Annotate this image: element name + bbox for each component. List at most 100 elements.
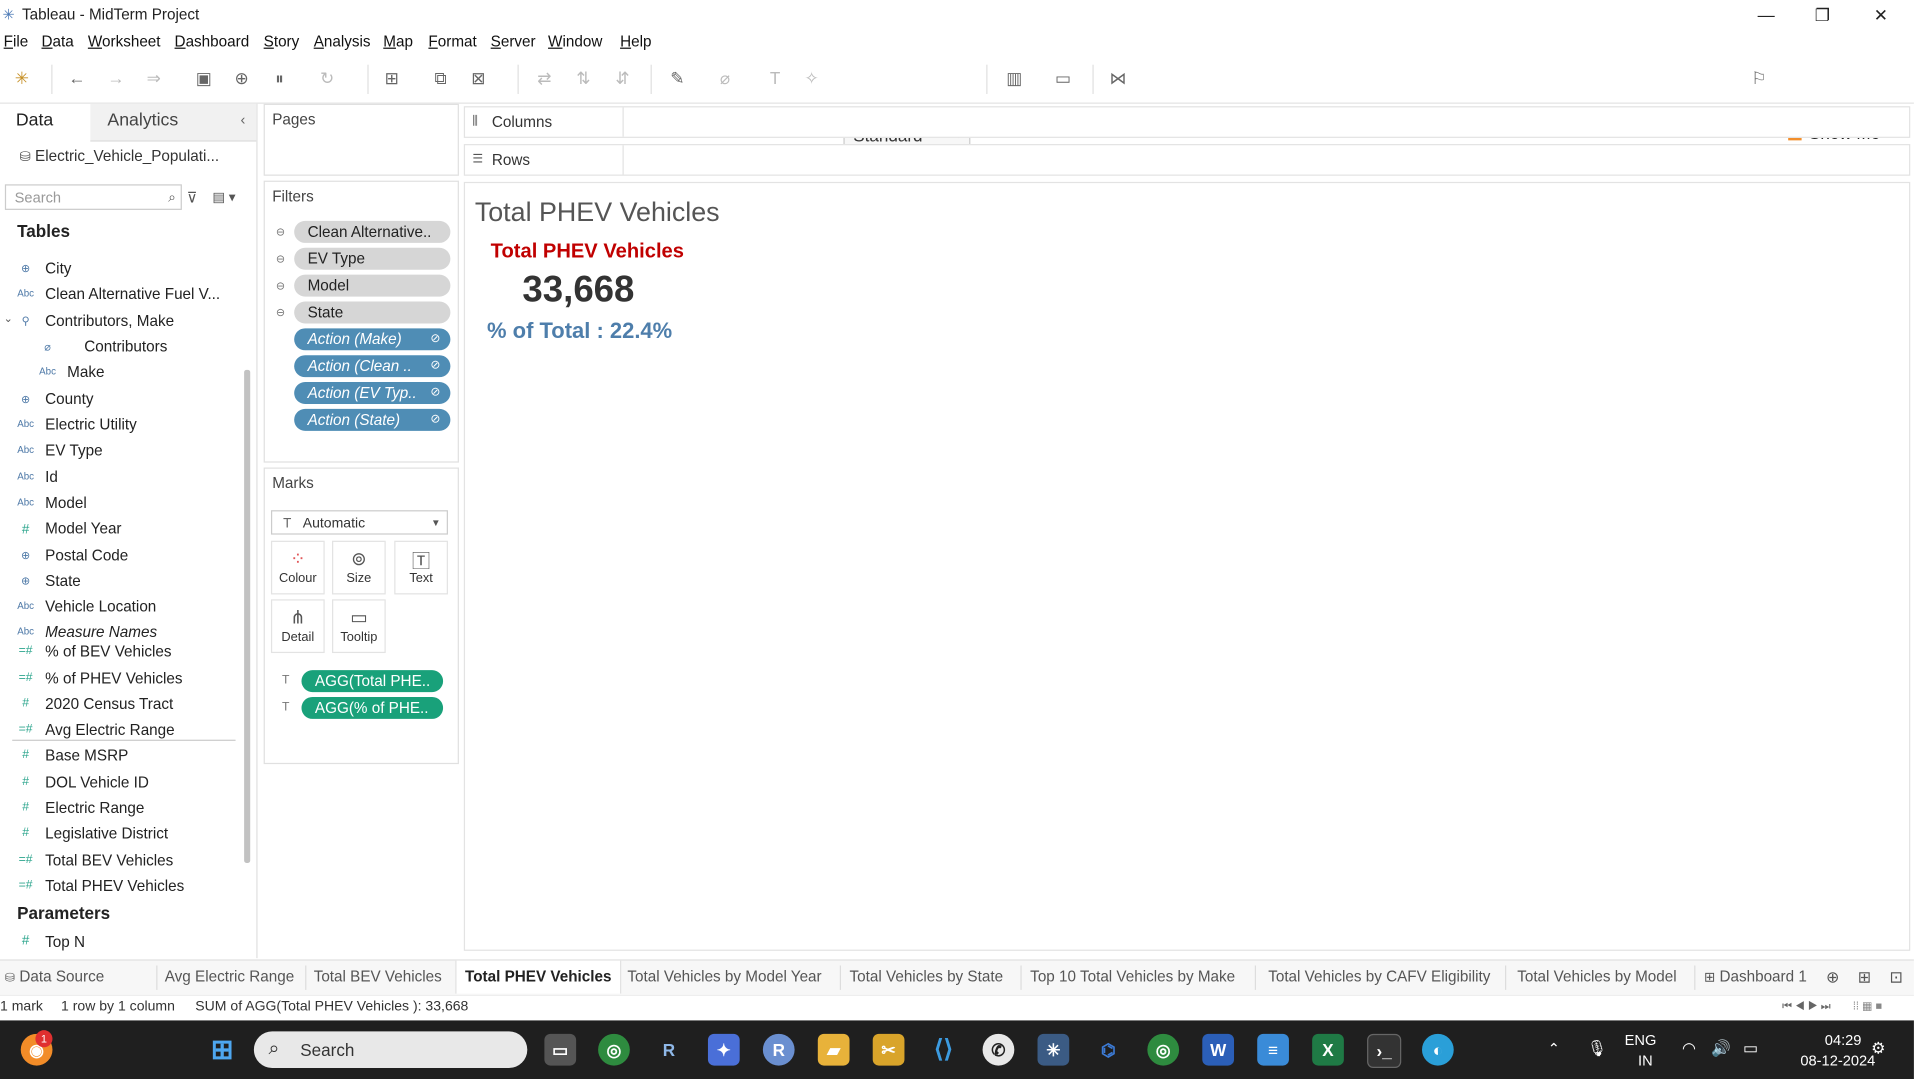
action-filter-ev-type[interactable]: Action (EV Typ.. ⊘ bbox=[294, 382, 451, 405]
teams-icon[interactable]: ⌬ bbox=[1092, 1034, 1124, 1066]
action-filter-clean[interactable]: Action (Clean .. ⊘ bbox=[294, 355, 451, 378]
tableau-taskbar-icon[interactable]: ✳ bbox=[1037, 1033, 1070, 1066]
battery-icon[interactable]: ▭ bbox=[1743, 1039, 1758, 1059]
menu-analysis[interactable]: Analysis bbox=[314, 33, 371, 50]
tab-sheet[interactable]: Total BEV Vehicles bbox=[314, 961, 442, 994]
excel-icon[interactable]: X bbox=[1312, 1033, 1344, 1066]
language-region[interactable]: IN bbox=[1638, 1052, 1653, 1069]
sort-ascending-icon[interactable]: ⇅ bbox=[572, 67, 594, 89]
edge-icon[interactable]: ◐ bbox=[1421, 1033, 1454, 1066]
field-measure[interactable]: Total PHEV Vehicles bbox=[45, 878, 184, 895]
clock-time[interactable]: 04:29 bbox=[1825, 1031, 1862, 1048]
duplicate-sheet-icon[interactable]: ⧉ bbox=[430, 67, 452, 89]
menu-story[interactable]: Story bbox=[264, 33, 300, 50]
taskbar-search-input[interactable]: ⌕ Search bbox=[253, 1031, 528, 1069]
menu-file[interactable]: File bbox=[4, 33, 29, 50]
menu-map[interactable]: Map bbox=[383, 33, 413, 50]
field-measure[interactable]: DOL Vehicle ID bbox=[45, 774, 149, 791]
mark-type-select[interactable]: T Automatic ▼ bbox=[270, 510, 448, 535]
fix-axes-icon[interactable]: ✧ bbox=[801, 67, 823, 89]
notifications-icon[interactable]: ⚙ bbox=[1871, 1039, 1885, 1059]
field-dimension[interactable]: State bbox=[45, 572, 81, 589]
new-story-icon[interactable]: ⊡ bbox=[1889, 961, 1902, 994]
file-explorer-icon[interactable]: ▰ bbox=[817, 1033, 850, 1066]
field-dimension[interactable]: EV Type bbox=[45, 442, 102, 459]
field-measure[interactable]: Electric Range bbox=[45, 799, 144, 816]
field-dimension[interactable]: Electric Utility bbox=[45, 416, 137, 433]
field-dimension[interactable]: Id bbox=[45, 469, 58, 486]
field-dimension[interactable]: Clean Alternative Fuel V... bbox=[45, 286, 220, 303]
kpi-percent-of-total[interactable]: % of Total : 22.4% bbox=[487, 319, 672, 345]
viz-canvas[interactable]: Total PHEV Vehicles Total PHEV Vehicles … bbox=[463, 181, 1911, 951]
tab-sheet[interactable]: Total Vehicles by CAFV Eligibility bbox=[1268, 961, 1490, 994]
close-button[interactable]: ✕ bbox=[1853, 2, 1909, 26]
marks-pill-total-phev[interactable]: AGG(Total PHE.. bbox=[301, 670, 444, 693]
tab-sheet[interactable]: Total Vehicles by Model Year bbox=[627, 961, 821, 994]
action-filter-state[interactable]: Action (State) ⊘ bbox=[294, 408, 451, 431]
volume-icon[interactable]: 🔊 bbox=[1711, 1039, 1731, 1059]
show-cards-icon[interactable]: ▥ bbox=[1003, 67, 1025, 89]
highlight-icon[interactable]: ✎ bbox=[666, 67, 688, 89]
menu-format[interactable]: Format bbox=[428, 33, 476, 50]
kpi-label[interactable]: Total PHEV Vehicles bbox=[491, 240, 684, 263]
tab-sheet[interactable]: Avg Electric Range bbox=[165, 961, 294, 994]
restore-button[interactable]: ❐ bbox=[1794, 2, 1850, 26]
terminal-icon[interactable]: ›_ bbox=[1367, 1033, 1402, 1069]
rows-shelf[interactable]: ☰ Rows bbox=[463, 144, 1911, 176]
field-measure[interactable]: Avg Electric Range bbox=[45, 721, 174, 738]
whatsapp-icon[interactable]: ✆ bbox=[982, 1033, 1015, 1066]
marks-pill-pct-phev[interactable]: AGG(% of PHE.. bbox=[301, 696, 444, 719]
show-hidden-icons-chevron-icon[interactable]: ⌃ bbox=[1548, 1040, 1560, 1057]
datasource-item[interactable]: ⛁ Electric_Vehicle_Populati... bbox=[20, 148, 220, 165]
detail-button[interactable]: ⋔ Detail bbox=[270, 599, 325, 654]
filter-pill-model[interactable]: Model bbox=[294, 274, 451, 297]
menu-worksheet[interactable]: Worksheet bbox=[88, 33, 161, 50]
chrome-profile-icon[interactable]: ◎ bbox=[1147, 1033, 1180, 1066]
field-dimension[interactable]: Vehicle Location bbox=[45, 598, 156, 615]
tab-analytics[interactable]: Analytics bbox=[107, 111, 178, 131]
field-measure[interactable]: % of PHEV Vehicles bbox=[45, 670, 182, 687]
menu-dashboard[interactable]: Dashboard bbox=[175, 33, 250, 50]
field-dimension[interactable]: Model Year bbox=[45, 520, 121, 537]
undo-icon[interactable]: ← bbox=[66, 67, 88, 89]
field-dimension[interactable]: Postal Code bbox=[45, 547, 128, 564]
field-dimension[interactable]: Contributors bbox=[84, 338, 167, 355]
field-dimension[interactable]: County bbox=[45, 391, 93, 408]
menu-data[interactable]: Data bbox=[42, 33, 74, 50]
menu-server[interactable]: Server bbox=[491, 33, 536, 50]
tab-sheet[interactable]: Top 10 Total Vehicles by Make bbox=[1030, 961, 1235, 994]
filter-fields-icon[interactable]: ⊽ bbox=[187, 189, 198, 206]
presentation-mode-icon[interactable]: ▭ bbox=[1052, 67, 1074, 89]
field-measure[interactable]: Legislative District bbox=[45, 825, 168, 842]
menu-help[interactable]: Help bbox=[620, 33, 651, 50]
rstudio-icon[interactable]: R bbox=[762, 1033, 795, 1066]
replay-icon[interactable]: ⇒ bbox=[143, 67, 165, 89]
field-dimension[interactable]: Measure Names bbox=[45, 624, 157, 641]
task-view-icon[interactable]: ▭ bbox=[544, 1033, 577, 1066]
field-dimension[interactable]: City bbox=[45, 260, 71, 277]
sheet-navigation-icon[interactable]: ⏮ ◀ ▶ ⏭ bbox=[1782, 1000, 1831, 1013]
windows-start-icon[interactable]: ⊞ bbox=[206, 1034, 238, 1066]
field-search-input[interactable]: Search ⌕ bbox=[4, 184, 182, 210]
view-options-icon[interactable]: ▤ ▾ bbox=[212, 189, 235, 205]
tab-data-source[interactable]: ⛁ Data Source bbox=[5, 961, 104, 994]
copilot-icon[interactable]: ✦ bbox=[707, 1033, 740, 1066]
r-app-icon[interactable]: R bbox=[653, 1034, 685, 1066]
new-worksheet-icon[interactable]: ⊕ bbox=[1826, 961, 1839, 994]
tab-data[interactable]: Data bbox=[16, 111, 53, 131]
pause-updates-icon[interactable]: ⏸ bbox=[269, 67, 291, 89]
language-code[interactable]: ENG bbox=[1625, 1031, 1657, 1048]
action-filter-make[interactable]: Action (Make) ⊘ bbox=[294, 328, 451, 351]
new-dashboard-icon[interactable]: ⊞ bbox=[1858, 961, 1871, 994]
word-icon[interactable]: W bbox=[1202, 1033, 1235, 1066]
field-measure[interactable]: Base MSRP bbox=[45, 747, 128, 764]
swap-rows-columns-icon[interactable]: ⇄ bbox=[533, 67, 555, 89]
kpi-value[interactable]: 33,668 bbox=[522, 270, 634, 312]
save-icon[interactable]: ▣ bbox=[193, 67, 215, 89]
field-measure[interactable]: 2020 Census Tract bbox=[45, 696, 173, 713]
tab-sheet[interactable]: Total Vehicles by Model bbox=[1517, 961, 1676, 994]
tab-sheet[interactable]: Total Vehicles by State bbox=[850, 961, 1004, 994]
snipping-tool-icon[interactable]: ✂ bbox=[872, 1033, 905, 1066]
sort-descending-icon[interactable]: ⇵ bbox=[612, 67, 634, 89]
show-mark-labels-icon[interactable]: T bbox=[764, 67, 786, 89]
